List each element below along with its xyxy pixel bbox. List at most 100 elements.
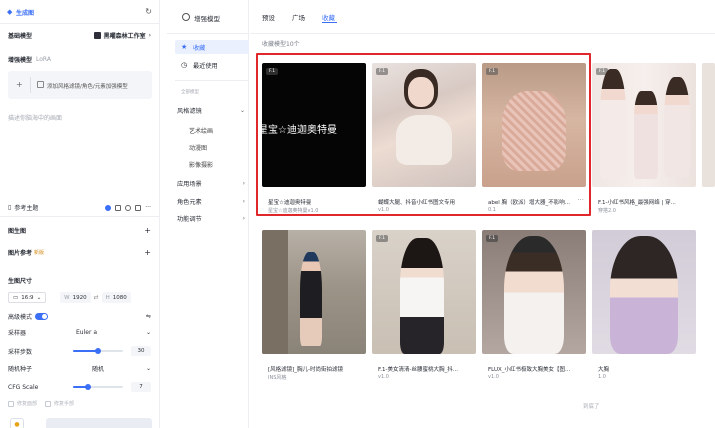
base-model-row[interactable]: 基础模型 黑曜森林工作室 ›: [8, 31, 151, 40]
image-ref-row[interactable]: 图片参考 新版 +: [8, 248, 151, 257]
star-icon: ★: [181, 43, 188, 51]
book-icon: ▯: [8, 204, 12, 211]
advanced-toggle[interactable]: [35, 313, 49, 320]
grid-icon[interactable]: [115, 204, 122, 211]
model-thumbnail: F.1: [482, 63, 586, 187]
thumbnail-text: 星宝☆迪迦奥特曼: [262, 125, 337, 136]
prompt-input[interactable]: 描述你脑海中的画面: [8, 113, 62, 122]
tab-preset[interactable]: 预设: [262, 12, 275, 22]
favorites-count: 收藏模型10个: [262, 41, 300, 48]
plus-icon[interactable]: +: [144, 226, 151, 235]
portrait-figure: [400, 238, 444, 354]
model-card-partial[interactable]: [702, 63, 715, 187]
panel-header: ◆ 生成图 ↻: [0, 0, 160, 24]
cfg-slider[interactable]: [73, 384, 123, 390]
settings-icon[interactable]: ⇋: [146, 313, 151, 320]
lightbulb-icon[interactable]: ●: [10, 418, 24, 428]
sparkle-icon: ◆: [7, 8, 13, 16]
nav-section-all: 全部模型: [181, 90, 199, 95]
sampler-select[interactable]: Euler a: [76, 329, 97, 336]
model-name: 星宝☆迪迦奥特曼: [268, 200, 312, 206]
lora-label: 增强模型: [8, 57, 33, 64]
version-badge: F.1: [486, 235, 499, 242]
chevron-down-icon: ⌄: [239, 106, 245, 114]
active-tab-indicator: [322, 22, 337, 23]
size-label-row: 生图尺寸: [8, 276, 151, 285]
model-thumbnail: F.1: [372, 63, 476, 187]
model-card[interactable]: F.1 星宝☆迪迦奥特曼 星宝☆迪迦奥特曼 星宝☆迪迦奥特曼v1.0: [262, 63, 366, 214]
height-input[interactable]: H 1080: [101, 292, 131, 303]
image-icon: [37, 81, 44, 88]
ratio-icon: ▭: [13, 294, 19, 301]
link-icon[interactable]: ⇄: [94, 294, 99, 301]
circle-icon[interactable]: [125, 204, 132, 211]
ratio-select[interactable]: ▭ 16:9 ⌄: [8, 292, 47, 303]
trash-icon[interactable]: [135, 204, 142, 211]
model-thumbnail: F.1: [372, 230, 476, 354]
chevron-down-icon: ⌄: [36, 294, 42, 301]
size-row: ▭ 16:9 ⌄ W 1920 ⇄ H 1080: [8, 292, 151, 303]
width-input[interactable]: W 1920: [60, 292, 91, 303]
steps-input[interactable]: 30: [131, 346, 151, 356]
face-fix-checkbox[interactable]: [8, 400, 14, 407]
nav-item-characters[interactable]: 角色元素 ›: [175, 194, 249, 208]
model-card[interactable]: F.1 蝴蝶大腿、抖音小红书图文专用 v1.0: [372, 63, 476, 213]
model-version: v1.0: [378, 207, 389, 213]
steps-row: 采样步数 30: [8, 346, 151, 356]
model-category-nav: 增强模型 ★ 收藏 ◷ 最近使用 全部模型 风格滤镜 ⌄ 艺术绘画 动漫图 影像…: [167, 0, 249, 428]
color-icon[interactable]: [105, 204, 112, 211]
nav-sub-art[interactable]: 艺术绘画: [189, 126, 213, 135]
chevron-right-icon: ›: [242, 214, 245, 222]
model-card[interactable]: 大胸 1.0: [592, 230, 696, 380]
model-card[interactable]: F.1 FLUX_小红书极致大胸美女【图... v1.0: [482, 230, 586, 380]
nav-sub-photo[interactable]: 影像摄影: [189, 160, 213, 169]
clock-icon: ◷: [181, 61, 188, 69]
model-name: 大胸: [598, 367, 610, 373]
chevron-right-icon: ›: [242, 179, 245, 187]
hand-fix-checkbox[interactable]: [45, 400, 52, 407]
end-of-list-text: 到底了: [583, 404, 600, 410]
model-card[interactable]: F.1 [风格滤镜]_胸儿-时尚街拍滤镜 INS风格: [262, 230, 366, 381]
model-card[interactable]: F.1 F.1-小红书风格_最强网络 | 穿... 穿搭2.0: [592, 63, 696, 214]
chevron-right-icon: ›: [242, 197, 245, 205]
model-thumbnail: F.1: [592, 63, 696, 187]
lora-hint: LoRA: [36, 56, 51, 63]
nav-item-recent[interactable]: ◷ 最近使用: [175, 58, 249, 72]
slider-handle[interactable]: [95, 348, 101, 354]
tab-plaza[interactable]: 广场: [292, 12, 305, 22]
version-badge: F.1: [376, 68, 389, 75]
model-thumbnail: F.1 星宝☆迪迦奥特曼: [262, 63, 366, 187]
model-name: 蝴蝶大腿、抖音小红书图文专用: [378, 200, 456, 206]
plus-icon[interactable]: +: [144, 248, 151, 257]
nav-header: 增强模型: [167, 0, 248, 34]
model-card[interactable]: F.1 abel 胸（欧派）增大器_不影响... 0.1 ···: [482, 63, 586, 213]
seed-select[interactable]: 随机: [92, 364, 104, 373]
cfg-input[interactable]: 7: [131, 382, 151, 392]
add-lora-button[interactable]: + 添加风格滤镜/角色/元素加强模型: [8, 71, 152, 99]
sampler-row: 采样器 Euler a ⌄: [8, 328, 151, 337]
model-browser: 预设 广场 收藏 收藏模型10个 F.1 星宝☆迪迦奥特曼 星宝☆迪迦奥特曼 星…: [250, 0, 715, 428]
nav-sub-anime[interactable]: 动漫图: [189, 143, 207, 152]
model-thumb-icon: [93, 32, 101, 39]
panel-title: 生成图: [16, 10, 35, 17]
img2img-row[interactable]: 图生图 +: [8, 226, 151, 235]
model-card[interactable]: F.1 F.1-美女清清-丝腰蜜桃大胸_抖... v1.0: [372, 230, 476, 380]
model-thumbnail: [592, 230, 696, 354]
model-name: FLUX_小红书极致大胸美女【图...: [488, 367, 571, 373]
nav-item-app-scene[interactable]: 应用场景 ›: [175, 176, 249, 190]
slider-handle[interactable]: [85, 384, 91, 390]
nav-item-func-adjust[interactable]: 功能调节 ›: [175, 211, 249, 225]
nav-title: 增强模型: [194, 15, 220, 23]
tab-favorites[interactable]: 收藏: [322, 12, 335, 22]
more-icon[interactable]: ···: [145, 204, 151, 211]
seed-label: 随机种子: [8, 366, 33, 373]
steps-slider[interactable]: [73, 348, 123, 354]
generate-button[interactable]: [46, 418, 152, 428]
chevron-down-icon: ⌄: [145, 365, 151, 372]
nav-item-favorites[interactable]: ★ 收藏: [175, 40, 249, 54]
nav-item-style-filter[interactable]: 风格滤镜 ⌄: [175, 103, 249, 117]
base-model-label: 基础模型: [8, 33, 33, 40]
more-icon[interactable]: ···: [577, 196, 584, 204]
tab-bar: 预设 广场 收藏: [250, 0, 715, 34]
refresh-icon[interactable]: ↻: [145, 7, 152, 16]
